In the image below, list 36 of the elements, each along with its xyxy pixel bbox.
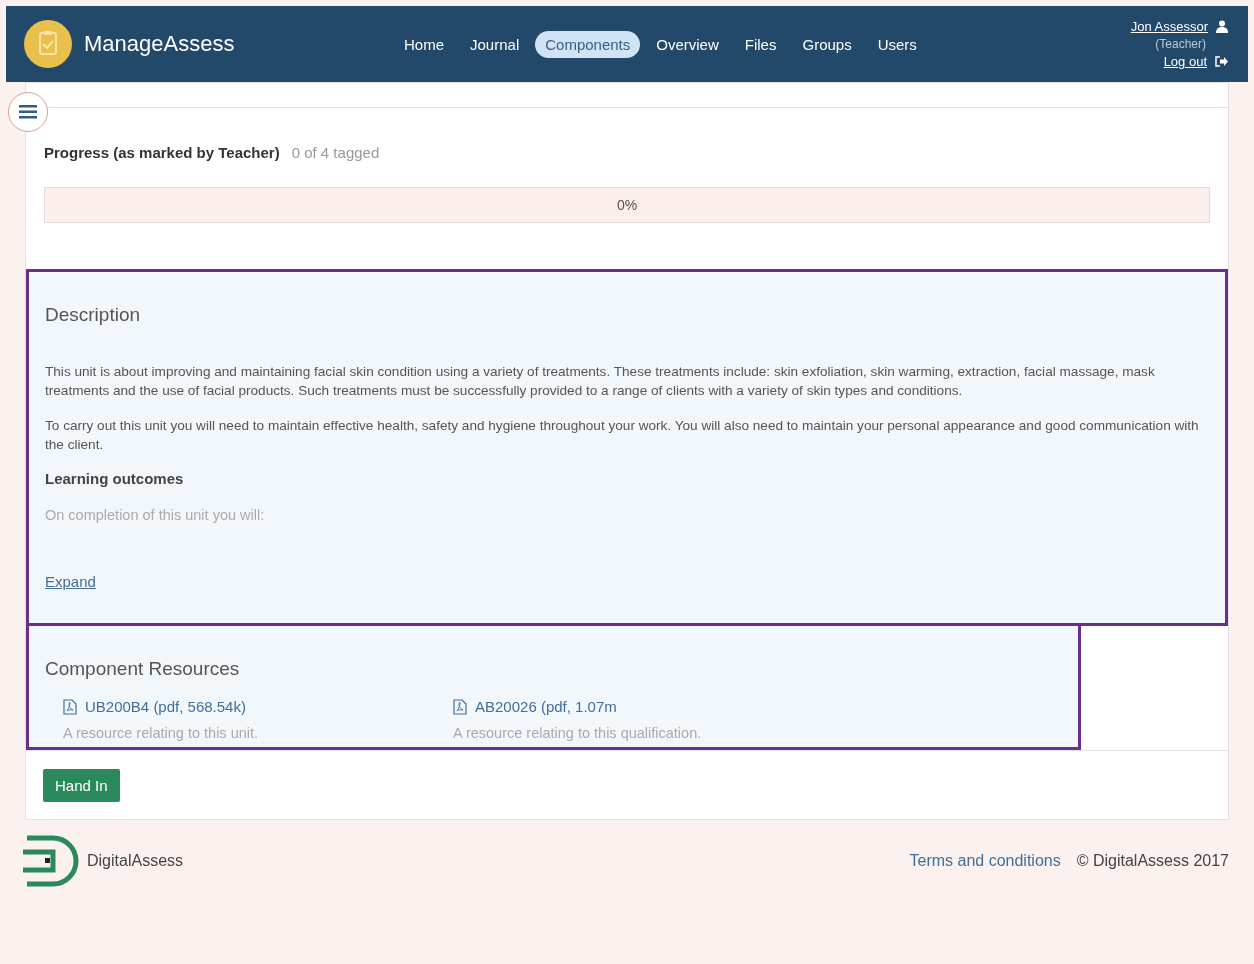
menu-icon	[19, 105, 37, 119]
resource-description: A resource relating to this qualification.	[453, 725, 703, 741]
description-heading: Description	[45, 304, 142, 326]
pdf-file-icon	[453, 698, 467, 715]
nav-tab[interactable]: Groups	[792, 30, 862, 58]
learning-outcomes-heading: Learning outcomes	[45, 470, 185, 487]
description-text: To carry out this unit you will need to maintain effective health, safety and hygiene throughout your work. You will also need to maintain your personal appearance and good communication with the client.	[45, 417, 1200, 454]
learning-outcomes-text: On completion of this unit you will:	[45, 507, 266, 523]
copyright-text: © DigitalAssess 2017	[1076, 852, 1229, 870]
user-icon	[1216, 20, 1228, 33]
nav-tab[interactable]: Files	[734, 30, 787, 58]
user-name-link[interactable]: Jon Assessor	[1130, 19, 1208, 34]
progress-reading: 0%	[616, 197, 638, 213]
progress-title: Progress (as marked by Teacher)	[44, 144, 280, 161]
description-text: This unit is about improving and maintaining facial skin condition using a variety of treatments. These treatments include: skin exfoliation, skin warming, extraction, facial massage, mask treatments and the use of facial products. Such treatments must be successfully provided to a range of clients with a variety of skin types and conditions.	[45, 363, 1156, 400]
expand-link[interactable]: Expand	[45, 573, 96, 590]
resource-link[interactable]: UB200B4 (pdf, 568.54k)	[85, 698, 246, 715]
nav-tab[interactable]: Journal	[460, 30, 530, 58]
nav-tab[interactable]: Users	[867, 30, 927, 58]
nav-tab[interactable]: Home	[394, 30, 454, 58]
logout-icon	[1215, 56, 1228, 67]
menu-button[interactable]	[8, 92, 48, 132]
resource-description: A resource relating to this unit.	[63, 725, 260, 741]
footer-brand: DigitalAssess	[87, 852, 184, 870]
resource-link[interactable]: AB20026 (pdf, 1.07m	[475, 698, 617, 715]
app-title: ManageAssess	[84, 31, 235, 57]
hand-in-button[interactable]: Hand In	[43, 769, 120, 802]
nav-tab[interactable]: Overview	[646, 30, 729, 58]
tagged-count: 0 of 4 tagged	[291, 144, 380, 161]
user-role: (Teacher)	[1155, 37, 1206, 51]
nav-tab[interactable]: Components	[535, 30, 641, 58]
resources-heading: Component Resources	[45, 658, 241, 680]
pdf-file-icon	[63, 698, 77, 715]
logout-link[interactable]: Log out	[1163, 54, 1207, 69]
clipboard-logo-icon	[24, 20, 72, 68]
terms-link[interactable]: Terms and conditions	[909, 852, 1061, 870]
